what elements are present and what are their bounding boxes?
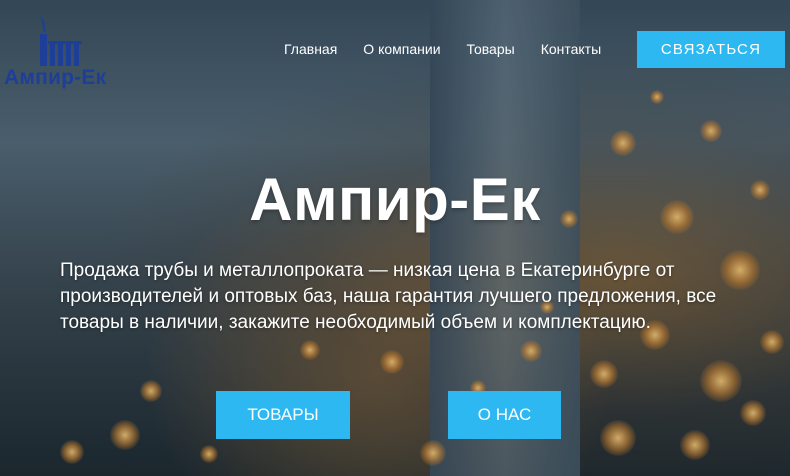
nav-contacts[interactable]: Контакты xyxy=(541,41,601,57)
hero-title: Ампир-Ек xyxy=(249,166,541,233)
products-button[interactable]: ТОВАРЫ xyxy=(216,391,350,439)
contact-button[interactable]: СВЯЗАТЬСЯ xyxy=(637,31,785,68)
main-nav: Главная О компании Товары Контакты xyxy=(284,41,601,57)
hero-subtitle: Продажа трубы и металлопроката — низкая … xyxy=(60,260,717,333)
about-button[interactable]: О НАС xyxy=(448,391,561,439)
nav-products[interactable]: Товары xyxy=(467,41,515,57)
nav-home[interactable]: Главная xyxy=(284,41,337,57)
brand-name[interactable]: Ампир-Ек xyxy=(4,66,106,90)
hero-background xyxy=(0,0,790,476)
nav-about[interactable]: О компании xyxy=(363,41,440,57)
hero-overlay xyxy=(0,0,790,476)
logo-pipes-icon xyxy=(40,17,82,66)
